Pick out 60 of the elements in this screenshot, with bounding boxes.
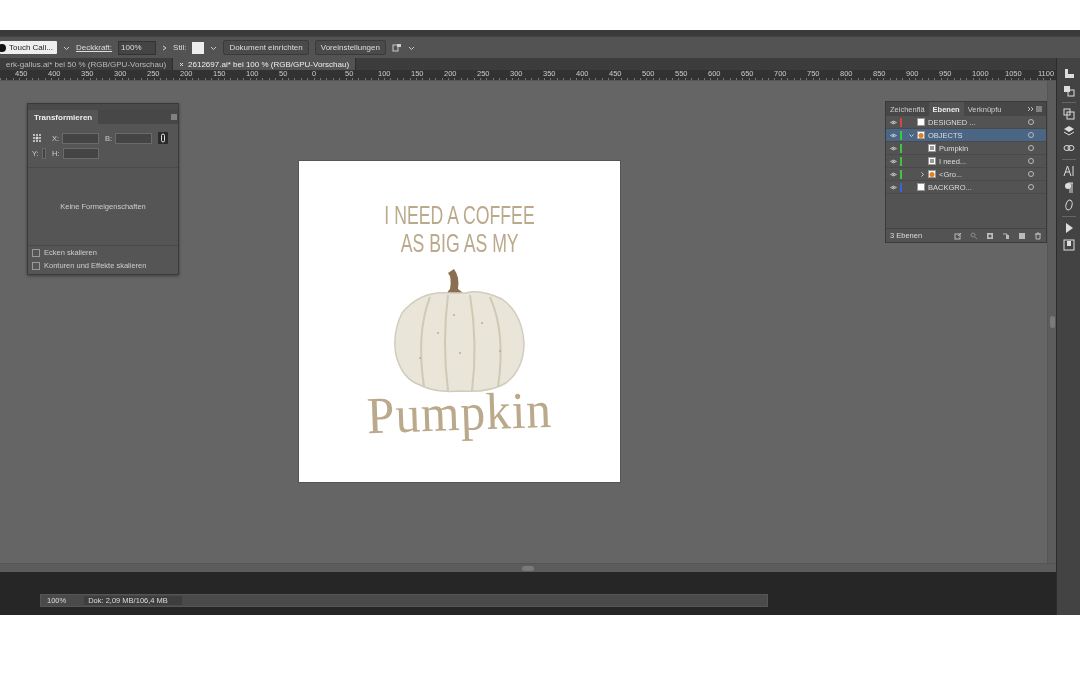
chevron-right-icon[interactable] <box>162 44 168 51</box>
character-icon[interactable] <box>1062 165 1075 177</box>
opacity-field[interactable]: 100% <box>118 40 157 55</box>
layer-thumbnail <box>928 157 936 165</box>
layer-thumbnail <box>917 131 925 139</box>
opentype-icon[interactable] <box>1062 199 1075 211</box>
brush-dropdown[interactable]: Touch Call... <box>0 41 58 54</box>
style-label: Stil: <box>173 43 187 52</box>
double-chevron-icon[interactable] <box>1027 106 1035 112</box>
headline-text: AS BIG AS MY <box>400 228 519 257</box>
export-icon[interactable] <box>1062 239 1075 251</box>
clipping-mask-icon[interactable] <box>986 231 994 240</box>
close-icon[interactable] <box>179 61 185 67</box>
eye-icon[interactable] <box>890 145 897 151</box>
expand-caret-icon[interactable] <box>908 132 914 138</box>
links-icon[interactable] <box>1062 142 1075 154</box>
checkbox[interactable] <box>32 248 40 257</box>
toolbar-button[interactable]: Dokument einrichten <box>223 40 309 55</box>
pathfinder-icon[interactable] <box>1062 85 1075 97</box>
eye-icon[interactable] <box>890 132 897 138</box>
input-field[interactable] <box>41 148 46 159</box>
input-field[interactable] <box>115 132 152 144</box>
paragraph-icon[interactable] <box>1062 182 1075 194</box>
caret-icon[interactable] <box>407 44 415 51</box>
opacity-label[interactable]: Deckkraft: <box>76 43 113 52</box>
layers-icon[interactable] <box>1062 125 1075 137</box>
document-tab[interactable]: 2612697.ai* bei 100 % (RGB/GPU-Vorschau) <box>173 58 357 70</box>
headline-text: I NEED A COFFEE <box>384 200 535 229</box>
eye-icon[interactable] <box>890 119 897 125</box>
layer-thumbnail <box>917 118 925 126</box>
vertical-scrollbar[interactable] <box>1047 81 1056 563</box>
search-icon[interactable] <box>970 231 978 240</box>
trash-icon[interactable] <box>1034 231 1042 240</box>
caret-icon[interactable] <box>63 44 71 51</box>
sublayer-icon[interactable] <box>1002 231 1010 240</box>
input-field[interactable] <box>62 148 99 159</box>
collapse-caret-icon[interactable] <box>919 171 925 177</box>
eye-icon[interactable] <box>890 184 897 190</box>
checkbox[interactable] <box>32 261 40 270</box>
layer-thumbnail <box>917 183 925 191</box>
style-swatch[interactable] <box>192 41 205 54</box>
caret-icon[interactable] <box>210 44 218 51</box>
align-icon[interactable] <box>1062 68 1075 80</box>
link-icon[interactable] <box>158 132 168 144</box>
eye-icon[interactable] <box>890 158 897 164</box>
menu-icon[interactable] <box>1035 106 1043 112</box>
eye-icon[interactable] <box>890 171 897 177</box>
panel-tab[interactable]: Transformieren <box>28 110 99 124</box>
new-layer-icon[interactable] <box>1018 231 1026 240</box>
reference-point-icon[interactable] <box>32 133 42 143</box>
input-field[interactable] <box>62 132 99 144</box>
menu-icon[interactable] <box>170 114 178 120</box>
export-icon[interactable] <box>954 231 962 240</box>
artboards-icon[interactable] <box>1062 108 1075 120</box>
toolbar-button[interactable]: Voreinstellungen <box>314 40 386 55</box>
layer-thumbnail <box>928 170 936 178</box>
horizontal-scrollbar[interactable] <box>0 563 1056 572</box>
arrange-icon[interactable] <box>391 43 402 52</box>
layer-thumbnail <box>928 144 936 152</box>
script-text: Pumpkin <box>366 383 553 442</box>
